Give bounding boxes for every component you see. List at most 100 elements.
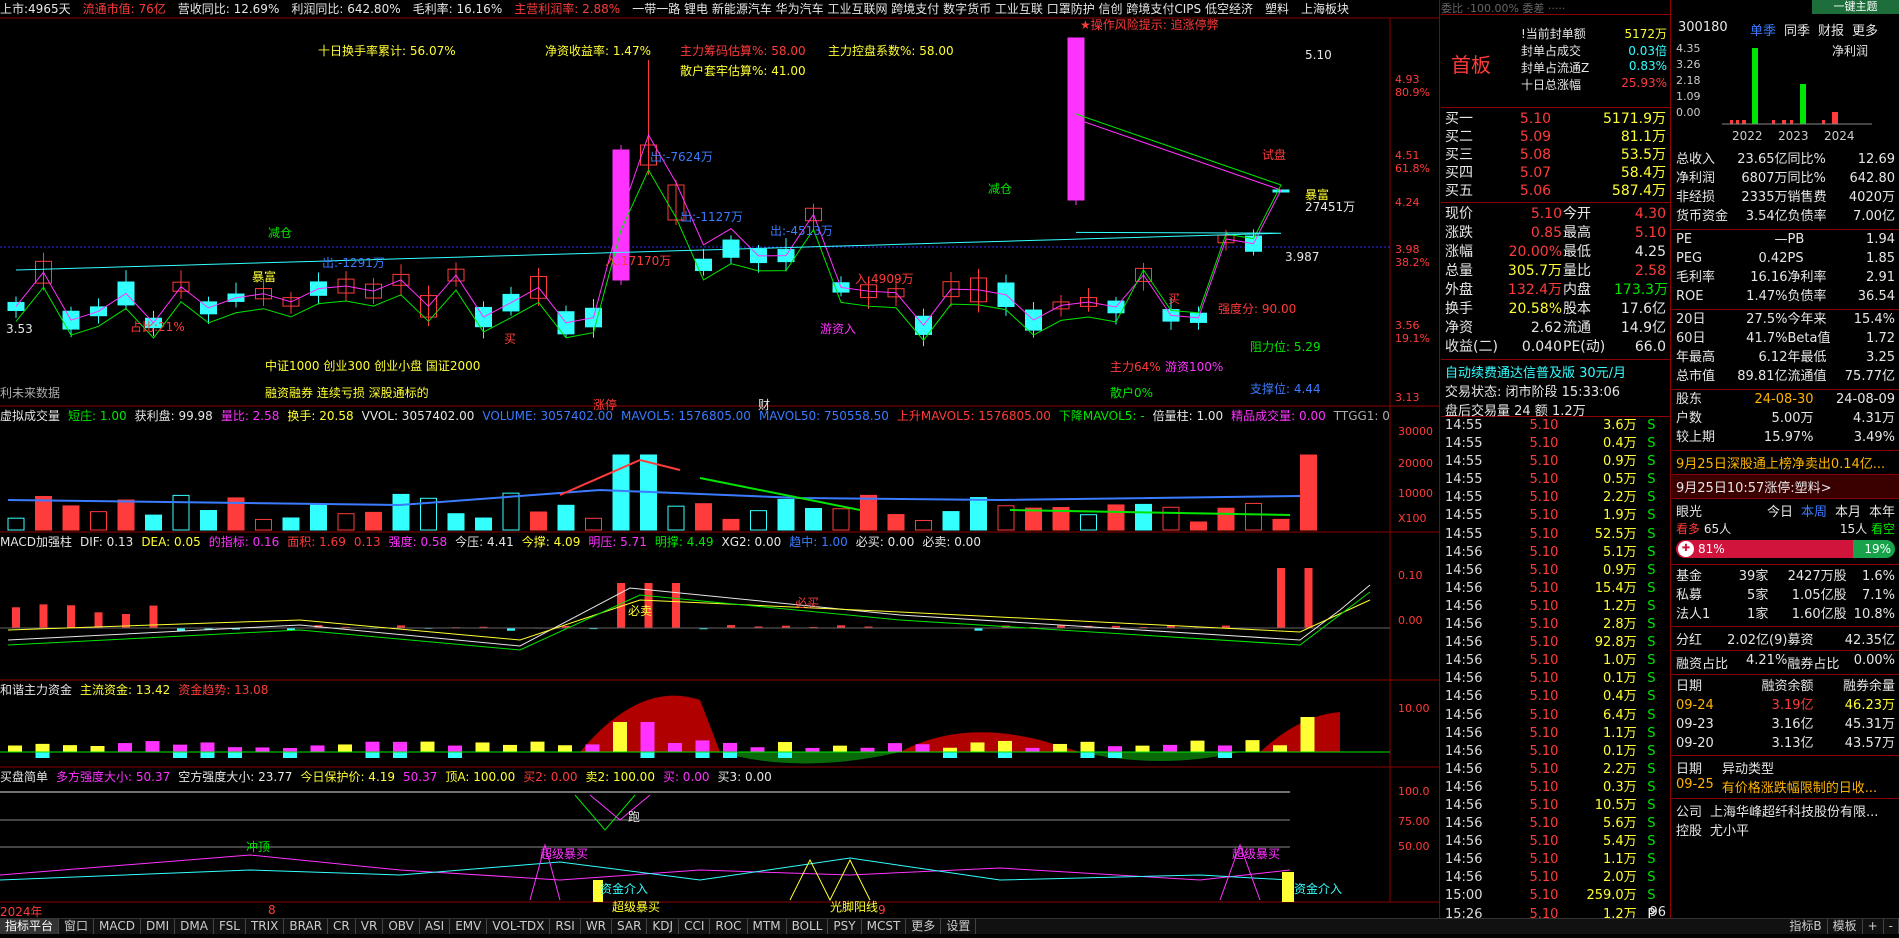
profit-bar-6	[1790, 120, 1793, 124]
news-item-1[interactable]: 9月25日深股通上榜净卖出0.14亿...	[1672, 451, 1899, 474]
institution-holdings: 基金39家2427万股1.6%私募5家1.05亿股7.1%法人11家1.60亿股…	[1672, 565, 1899, 626]
fund-bar-30	[833, 746, 847, 752]
bid-row-3[interactable]: 买四5.0758.4万	[1445, 164, 1666, 182]
indicator-tab-1[interactable]: 窗口	[59, 919, 94, 934]
indicator-tab-25[interactable]: 设置	[941, 919, 976, 934]
indicator-tab-13[interactable]: VOL-TDX	[487, 919, 550, 934]
volume-bar-12	[338, 514, 354, 530]
template-tab-0[interactable]: 指标B	[1784, 919, 1827, 934]
val-row-0: PE—PB1.94	[1676, 230, 1895, 249]
indicator-tab-7[interactable]: BRAR	[284, 919, 328, 934]
indicator-tab-20[interactable]: MTM	[748, 919, 787, 934]
indicator-tab-17[interactable]: KDJ	[647, 919, 679, 934]
tick-row-20: 14:565.100.3万S	[1445, 779, 1666, 797]
fund-field-1: 主流资金: 13.42	[80, 683, 170, 697]
indicator-tab-12[interactable]: EMV	[450, 919, 487, 934]
template-tab-2[interactable]: +	[1863, 919, 1884, 934]
indicator-tab-24[interactable]: 更多	[906, 919, 941, 934]
tick-row-9: 14:565.1015.4万S	[1445, 580, 1666, 598]
price-annot-4: 入:17170万	[605, 252, 671, 269]
macd-axis-0: 0.10	[1398, 569, 1423, 582]
news-item-2[interactable]: 9月25日10:57涨停:塑料>	[1672, 475, 1899, 498]
profit-bar-1	[1736, 120, 1739, 124]
volume-bar-28	[778, 499, 794, 530]
fund-field-2: 资金趋势: 13.08	[178, 683, 268, 697]
theme-button[interactable]: 一键主题	[1812, 0, 1899, 14]
dividend-values: 分红2.02亿(9)募资42.35亿	[1676, 629, 1895, 648]
order-ratio-row: 委比 ·100.00% 委差 ·····	[1441, 0, 1670, 14]
perf-row-2: 年最高6.12年最低3.25	[1676, 348, 1895, 367]
indicator-tab-6[interactable]: TRIX	[246, 919, 284, 934]
indicator-tab-14[interactable]: RSI	[550, 919, 581, 934]
fin-row-2: 非经损2335万销售费4020万	[1676, 188, 1895, 207]
profit-axis-0: 4.35	[1676, 42, 1701, 55]
template-tab-1[interactable]: 模板	[1828, 919, 1863, 934]
profit-bar-3	[1752, 48, 1758, 124]
promo-link[interactable]: 自动续费通达信普及版 30元/月	[1445, 362, 1666, 381]
bear-count: 15人	[1840, 522, 1867, 536]
tick-list[interactable]: 14:555.103.6万S14:555.100.4万S14:555.100.9…	[1441, 417, 1670, 924]
volume-bar-20	[558, 505, 574, 530]
indicator-tab-16[interactable]: SAR	[612, 919, 647, 934]
vol-field-3: 量比: 2.58	[221, 409, 280, 423]
profit-axis-4: 0.00	[1676, 106, 1701, 119]
margin-row-3: 09-203.13亿43.57万	[1676, 734, 1895, 753]
indicator-tab-15[interactable]: WR	[581, 919, 612, 934]
fund-bar-5	[146, 741, 160, 752]
tick-row-3: 14:555.100.5万S	[1445, 471, 1666, 489]
dea-line	[8, 600, 1370, 640]
volume-bar-31	[861, 495, 877, 530]
fund-bar-43	[1191, 741, 1205, 752]
abn-row[interactable]: 09-25有价格涨跌幅限制的日收...	[1676, 777, 1895, 796]
indicator-tab-22[interactable]: PSY	[828, 919, 861, 934]
seal-row-0: !当前封单额5172万	[1521, 25, 1667, 42]
val-row-1: PEG0.42PS1.85	[1676, 249, 1895, 268]
volume-bar-41	[1136, 504, 1152, 530]
indicator-tab-19[interactable]: ROC	[710, 919, 747, 934]
bid-row-2[interactable]: 买三5.0853.5万	[1445, 146, 1666, 164]
fund-bar-neg-7	[201, 752, 215, 758]
indicator-tab-23[interactable]: MCST	[862, 919, 907, 934]
macd-bar-46	[1277, 568, 1285, 628]
indicator-tab-11[interactable]: ASI	[420, 919, 450, 934]
tick-row-26: 15:005.10259.0万S	[1445, 887, 1666, 905]
indicator-tab-21[interactable]: BOLL	[787, 919, 829, 934]
bid-row-4[interactable]: 买五5.06587.4万	[1445, 182, 1666, 200]
fund-bar-neg-13	[366, 752, 380, 758]
bid-row-1[interactable]: 买二5.0981.1万	[1445, 128, 1666, 146]
fund-bar-35	[971, 742, 985, 752]
indicator-tab-8[interactable]: CR	[328, 919, 356, 934]
bs-field-4: 50.37	[403, 770, 437, 784]
indicator-tab-10[interactable]: OBV	[383, 919, 420, 934]
indicator-tab-18[interactable]: CCI	[679, 919, 710, 934]
price-annot-14: 买	[504, 330, 516, 347]
controller-name[interactable]: 尤小平	[1710, 820, 1749, 839]
volume-bar-40	[1108, 505, 1124, 530]
fund-bar-20	[558, 745, 572, 752]
tick-row-19: 14:565.102.2万S	[1445, 761, 1666, 779]
volume-bar-6	[173, 495, 189, 530]
indicator-tab-3[interactable]: DMI	[141, 919, 175, 934]
template-tab-3[interactable]: -	[1884, 919, 1899, 934]
indicator-tab-0[interactable]: 指标平台	[0, 919, 59, 934]
indicator-tab-9[interactable]: VR	[356, 919, 384, 934]
price-label-1: 净资收益率: 1.47%	[545, 42, 651, 59]
bs-field-2: 空方强度大小: 23.77	[178, 770, 292, 784]
indicator-tab-5[interactable]: FSL	[214, 919, 246, 934]
kline-chart-area[interactable]: 上市:4965天流通市值: 76亿营收同比: 12.69%利润同比: 642.8…	[0, 0, 1440, 918]
company-name[interactable]: 上海华峰超纤科技股份有限...	[1710, 801, 1878, 820]
stock-code: 300180	[1678, 20, 1728, 35]
volume-bar-29	[806, 509, 822, 530]
bs-annot-3: 跑	[628, 808, 640, 825]
fund-bar-42	[1163, 745, 1177, 752]
eye-tab-1[interactable]: 本周	[1801, 501, 1827, 520]
eye-tab-2[interactable]: 本月	[1835, 501, 1861, 520]
indicator-tab-2[interactable]: MACD	[94, 919, 141, 934]
eye-tab-0[interactable]: 今日	[1767, 501, 1793, 520]
eye-tab-3[interactable]: 本年	[1869, 501, 1895, 520]
volume-bar-16	[448, 514, 464, 530]
trade-state: 交易状态: 闭市阶段 15:33:06	[1445, 381, 1666, 400]
bid-row-0[interactable]: 买一5.105171.9万	[1445, 110, 1666, 128]
indicator-tab-4[interactable]: DMA	[175, 919, 214, 934]
fund-bar-3	[91, 746, 105, 752]
